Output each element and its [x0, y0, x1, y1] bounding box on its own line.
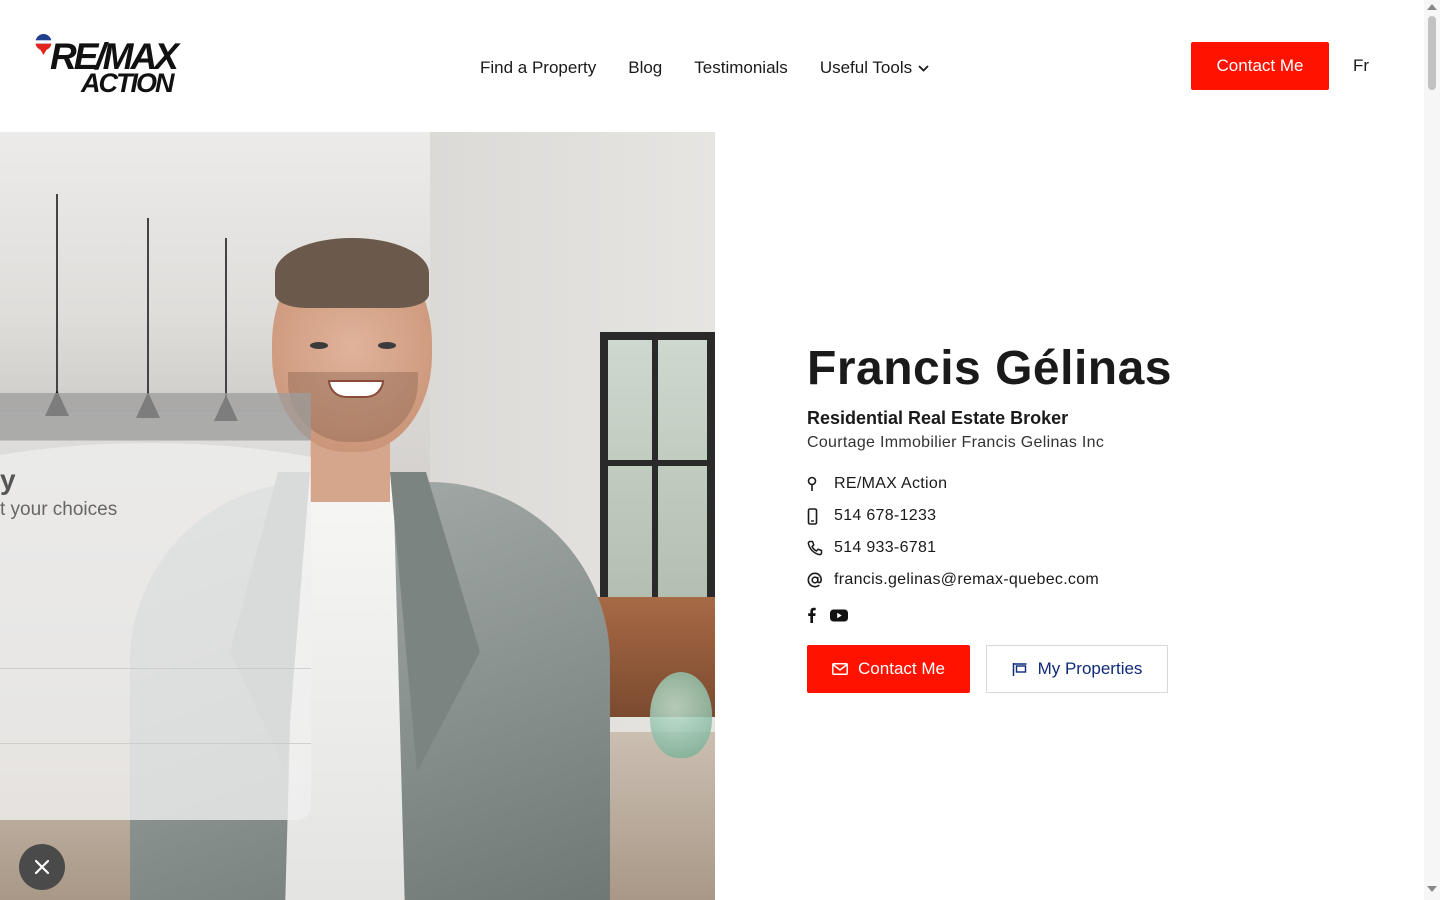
contact-list: RE/MAX Action 514 678-1233 514 933-6781 …	[807, 468, 1387, 596]
profile-actions: Contact Me My Properties	[807, 645, 1387, 693]
mobile-phone-icon	[807, 507, 818, 525]
nav-find-property[interactable]: Find a Property	[480, 56, 596, 80]
map-pin-icon	[807, 476, 817, 491]
contact-phone[interactable]: 514 933-6781	[807, 532, 1387, 564]
chevron-down-icon	[918, 64, 929, 72]
language-toggle[interactable]: Fr	[1353, 55, 1369, 77]
glass-vase	[650, 672, 712, 758]
agent-role: Residential Real Estate Broker	[807, 408, 1069, 428]
phone-icon	[807, 540, 823, 556]
contact-me-button[interactable]: Contact Me	[807, 645, 970, 693]
overlay-title: y	[0, 464, 16, 495]
scroll-up-arrow[interactable]	[1427, 4, 1437, 10]
at-sign-icon	[807, 572, 822, 588]
social-links	[807, 604, 1387, 626]
logo-wordmark-action: ACTION	[81, 68, 174, 98]
close-icon	[34, 859, 50, 875]
contact-mobile[interactable]: 514 678-1233	[807, 500, 1387, 532]
header-contact-button[interactable]: Contact Me	[1191, 42, 1329, 90]
site-header: RE/MAX ACTION Find a Property Blog Testi…	[0, 0, 1424, 132]
youtube-icon[interactable]	[830, 609, 848, 622]
scrollbar-thumb[interactable]	[1428, 16, 1436, 90]
agent-name: Francis Gélinas	[807, 342, 1172, 395]
overlay-subtitle: t your choices	[0, 499, 118, 520]
my-properties-button[interactable]: My Properties	[986, 645, 1168, 693]
pendant-light	[56, 194, 58, 394]
main-nav: Find a Property Blog Testimonials Useful…	[480, 56, 961, 80]
agent-profile: Francis Gélinas Residential Real Estate …	[807, 340, 1387, 693]
nav-blog[interactable]: Blog	[628, 56, 662, 80]
page-scrollbar[interactable]	[1424, 0, 1440, 900]
contact-email[interactable]: francis.gelinas@remax-quebec.com	[807, 564, 1387, 596]
nav-useful-tools[interactable]: Useful Tools	[820, 56, 929, 80]
envelope-icon	[832, 663, 848, 675]
close-overlay-button[interactable]	[19, 844, 65, 890]
facebook-icon[interactable]	[807, 607, 816, 623]
overlay-panel: y t your choices	[0, 393, 311, 820]
contact-office: RE/MAX Action	[807, 468, 1387, 500]
scroll-down-arrow[interactable]	[1427, 886, 1437, 892]
agent-company: Courtage Immobilier Francis Gelinas Inc	[807, 434, 1105, 451]
remax-action-logo[interactable]: RE/MAX ACTION	[34, 34, 182, 98]
sign-post-icon	[1012, 662, 1027, 676]
nav-testimonials[interactable]: Testimonials	[694, 56, 788, 80]
